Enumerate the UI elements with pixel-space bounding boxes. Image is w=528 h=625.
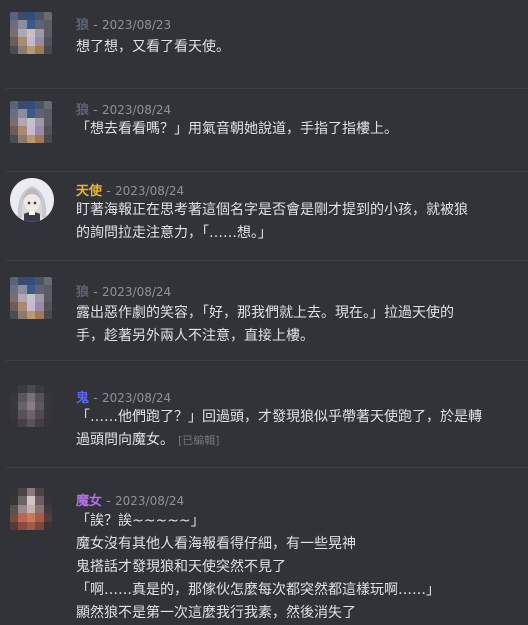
edited-tag: [已編輯] bbox=[178, 434, 220, 447]
avatar[interactable] bbox=[10, 488, 52, 530]
angel-avatar-icon bbox=[10, 178, 54, 222]
message-line: 「啊……真是的，那傢伙怎麼每次都突然都這樣玩啊……」 bbox=[76, 582, 440, 598]
message-header: 狼 - 2023/08/23 bbox=[76, 14, 171, 33]
message: 天使 - 2023/08/24 盯著海報正在思考著這個名字是否會是剛才提到的小孩… bbox=[0, 172, 528, 260]
message-line-text: 過頭問向魔女。 bbox=[76, 432, 174, 448]
separator: - bbox=[89, 285, 102, 300]
message-header: 狼 - 2023/08/24 bbox=[76, 99, 171, 118]
message-line: 「……他們跑了？」回過頭，才發現狼似乎帶著天使跑了，於是轉 bbox=[76, 409, 482, 425]
message-body: 「誒？誒~~~~~」 魔女沒有其他人看海報看得仔細，有一些晃神 鬼搭話才發現狼和… bbox=[76, 510, 440, 625]
avatar[interactable] bbox=[10, 385, 52, 427]
timestamp: 2023/08/23 bbox=[101, 18, 172, 32]
message-line: 手，趁著另外兩人不注意，直接上樓。 bbox=[76, 328, 314, 344]
message-line: 鬼搭話才發現狼和天使突然不見了 bbox=[76, 559, 286, 575]
avatar[interactable] bbox=[10, 101, 52, 143]
message-header: 天使 - 2023/08/24 bbox=[76, 180, 184, 199]
message-body: 露出惡作劇的笑容，「好，那我們就上去。現在。」拉過天使的 手，趁著另外兩人不注意… bbox=[76, 302, 454, 348]
message-header: 鬼 - 2023/08/24 bbox=[76, 387, 171, 406]
avatar[interactable] bbox=[10, 277, 52, 319]
timestamp: 2023/08/24 bbox=[114, 184, 185, 198]
message-line: 魔女沒有其他人看海報看得仔細，有一些晃神 bbox=[76, 536, 356, 552]
timestamp: 2023/08/24 bbox=[101, 103, 172, 117]
message-line: 過頭問向魔女。 [已編輯] bbox=[76, 429, 482, 452]
message-body: 「……他們跑了？」回過頭，才發現狼似乎帶著天使跑了，於是轉 過頭問向魔女。 [已編… bbox=[76, 406, 482, 452]
message-line: 「誒？誒~~~~~」 bbox=[76, 513, 205, 529]
message: 魔女 - 2023/08/24 「誒？誒~~~~~」 魔女沒有其他人看海報看得仔… bbox=[0, 468, 528, 624]
author-name[interactable]: 天使 bbox=[76, 184, 102, 199]
author-name[interactable]: 魔女 bbox=[76, 494, 102, 509]
message: 狼 - 2023/08/23 想了想，又看了看天使。 bbox=[0, 0, 528, 88]
author-name[interactable]: 狼 bbox=[76, 103, 89, 118]
message-line: 「想去看看嗎？」用氣音朝她說道，手指了指樓上。 bbox=[76, 121, 398, 137]
author-name[interactable]: 鬼 bbox=[76, 391, 89, 406]
message-header: 狼 - 2023/08/24 bbox=[76, 281, 171, 300]
timestamp: 2023/08/24 bbox=[101, 285, 172, 299]
message-line: 露出惡作劇的笑容，「好，那我們就上去。現在。」拉過天使的 bbox=[76, 305, 454, 321]
message-line: 顯然狼不是第一次這麼我行我素，然後消失了 bbox=[76, 605, 356, 621]
separator: - bbox=[102, 184, 115, 199]
message-line: 盯著海報正在思考著這個名字是否會是剛才提到的小孩，就被狼 bbox=[76, 202, 468, 218]
avatar[interactable] bbox=[10, 12, 52, 54]
separator: - bbox=[89, 18, 102, 33]
message-body: 盯著海報正在思考著這個名字是否會是剛才提到的小孩，就被狼 的詢問拉走注意力，「…… bbox=[76, 199, 468, 245]
separator: - bbox=[89, 391, 102, 406]
avatar[interactable] bbox=[10, 178, 54, 222]
message-body: 想了想，又看了看天使。 bbox=[76, 36, 230, 59]
message-header: 魔女 - 2023/08/24 bbox=[76, 490, 184, 509]
message-line: 想了想，又看了看天使。 bbox=[76, 39, 230, 55]
timestamp: 2023/08/24 bbox=[114, 494, 185, 508]
timestamp: 2023/08/24 bbox=[101, 391, 172, 405]
message: 狼 - 2023/08/24 「想去看看嗎？」用氣音朝她說道，手指了指樓上。 bbox=[0, 89, 528, 171]
separator: - bbox=[89, 103, 102, 118]
author-name[interactable]: 狼 bbox=[76, 285, 89, 300]
message-line: 的詢問拉走注意力，「……想。」 bbox=[76, 225, 272, 241]
message: 鬼 - 2023/08/24 「……他們跑了？」回過頭，才發現狼似乎帶著天使跑了… bbox=[0, 361, 528, 467]
message-body: 「想去看看嗎？」用氣音朝她說道，手指了指樓上。 bbox=[76, 118, 398, 141]
message: 狼 - 2023/08/24 露出惡作劇的笑容，「好，那我們就上去。現在。」拉過… bbox=[0, 261, 528, 360]
separator: - bbox=[102, 494, 115, 509]
author-name[interactable]: 狼 bbox=[76, 18, 89, 33]
